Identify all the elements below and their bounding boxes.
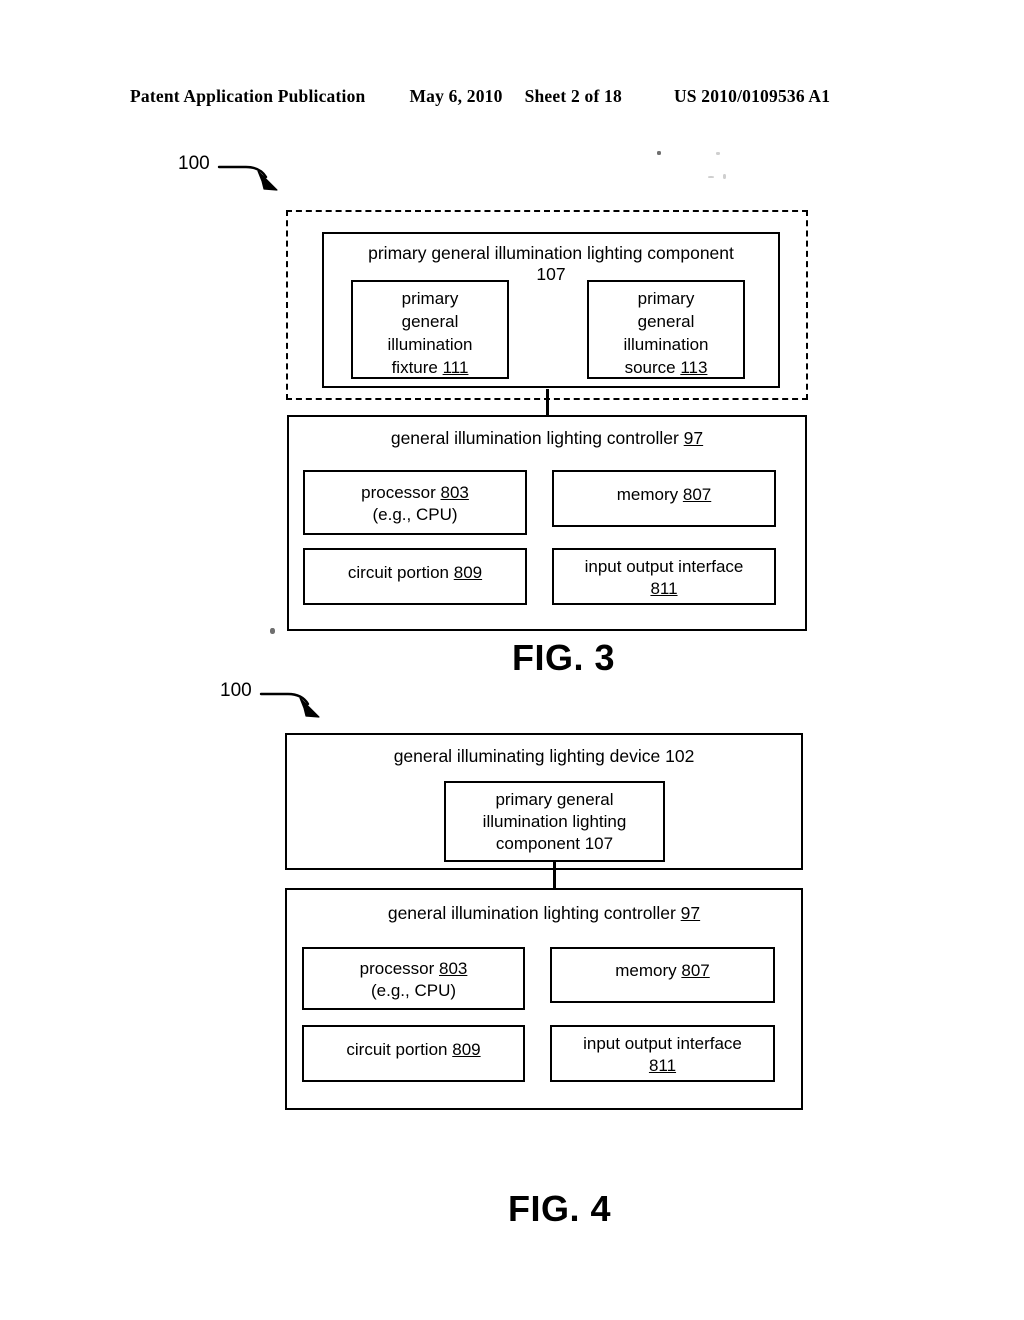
fig4-io-ref: 811: [648, 1056, 677, 1075]
fig4-component-line-2: illumination lighting: [482, 812, 627, 831]
page-header: Patent Application Publication May 6, 20…: [130, 86, 896, 110]
fig3-controller-title-row: general illumination lighting controller…: [289, 427, 805, 450]
fig4-circuit-label-row: circuit portion 809: [304, 1038, 523, 1061]
fig4-io-interface-box: input output interface 811: [550, 1025, 775, 1082]
fig3-fixture-ref: 111: [442, 358, 469, 377]
fig4-memory-label-row: memory 807: [552, 959, 773, 982]
scan-speck: [708, 176, 714, 178]
fig3-circuit-label: circuit portion: [347, 563, 449, 582]
fig3-circuit-portion-box: circuit portion 809: [303, 548, 527, 605]
fig4-controller-ref: 97: [680, 903, 701, 923]
fig3-illumination-source-box: primary general illumination source 113: [587, 280, 745, 379]
header-sheet: Sheet 2 of 18: [524, 86, 622, 106]
fig3-leader-arrow-icon: [217, 165, 278, 191]
fig4-caption: FIG. 4: [508, 1188, 612, 1229]
fig3-memory-ref: 807: [682, 485, 712, 504]
fig4-processor-label: processor: [359, 959, 435, 978]
fig4-processor-ref: 803: [439, 959, 468, 978]
patent-drawing-page: Patent Application Publication May 6, 20…: [0, 0, 1024, 1320]
fig3-memory-box: memory 807: [552, 470, 776, 527]
fig3-processor-sub: (e.g., CPU): [372, 505, 458, 524]
header-date: May 6, 2010: [409, 86, 503, 106]
fig3-io-interface-box: input output interface 811: [552, 548, 776, 605]
fig3-controller-title: general illumination lighting controller: [390, 428, 679, 448]
header-publication: Patent Application Publication: [130, 86, 366, 106]
fig3-callout-100: 100: [178, 145, 328, 201]
fig3-source-label-row: source 113: [589, 356, 743, 379]
fig3-memory-label-row: memory 807: [554, 483, 774, 506]
fig4-memory-ref: 807: [681, 961, 710, 980]
fig3-source-ref: 113: [680, 358, 708, 377]
fig3-fixture-label: fixture: [391, 358, 438, 377]
scan-speck: [716, 152, 720, 155]
fig3-primary-component-title: primary general illumination lighting co…: [368, 243, 734, 263]
fig4-device-title: general illuminating lighting device 102: [393, 746, 695, 766]
fig3-processor-ref: 803: [440, 483, 469, 502]
fig4-memory-label: memory: [615, 961, 677, 980]
fig3-fixture-label-row: fixture 111: [353, 356, 507, 379]
fig4-connector-line: [553, 861, 556, 890]
fig3-circuit-label-row: circuit portion 809: [305, 561, 525, 584]
fig3-fixture-line-2: general: [401, 312, 459, 331]
fig4-circuit-ref: 809: [452, 1040, 481, 1059]
fig3-source-line-1: primary: [637, 289, 695, 308]
fig3-io-ref: 811: [650, 579, 678, 598]
fig4-circuit-portion-box: circuit portion 809: [302, 1025, 525, 1082]
fig3-fixture-line-3: illumination: [387, 335, 473, 354]
fig3-processor-box: processor 803 (e.g., CPU): [303, 470, 527, 535]
fig3-processor-label-row: processor 803: [305, 481, 525, 504]
fig4-component-line-1: primary general: [495, 790, 614, 809]
header-patent-number: US 2010/0109536 A1: [673, 86, 831, 106]
fig4-io-label: input output interface: [583, 1034, 742, 1053]
fig4-leader-arrow-icon: [259, 692, 320, 718]
fig3-connector-line: [546, 389, 549, 417]
fig3-circuit-ref: 809: [453, 563, 483, 582]
fig4-controller-title: general illumination lighting controller: [387, 903, 676, 923]
fig4-primary-component-box: primary general illumination lighting co…: [444, 781, 665, 862]
fig4-processor-box: processor 803 (e.g., CPU): [302, 947, 525, 1010]
fig3-memory-label: memory: [616, 485, 679, 504]
fig4-memory-box: memory 807: [550, 947, 775, 1003]
fig3-source-label: source: [624, 358, 676, 377]
fig4-controller-title-row: general illumination lighting controller…: [287, 902, 801, 925]
scan-speck: [723, 174, 726, 179]
scan-speck: [270, 628, 275, 634]
fig4-circuit-label: circuit portion: [346, 1040, 448, 1059]
fig3-controller-ref: 97: [683, 428, 704, 448]
fig3-fixture-line-1: primary: [401, 289, 459, 308]
fig3-processor-label: processor: [361, 483, 436, 502]
fig4-component-line-3: component 107: [495, 834, 614, 853]
scan-speck: [657, 151, 661, 155]
fig3-io-label: input output interface: [584, 557, 744, 576]
fig3-source-line-2: general: [637, 312, 695, 331]
fig4-processor-sub: (e.g., CPU): [370, 981, 457, 1000]
fig3-caption: FIG. 3: [512, 637, 616, 678]
fig4-callout-100: 100: [220, 672, 370, 728]
fig3-source-line-3: illumination: [623, 335, 709, 354]
fig3-illumination-fixture-box: primary general illumination fixture 111: [351, 280, 509, 379]
fig4-processor-label-row: processor 803: [304, 957, 523, 980]
